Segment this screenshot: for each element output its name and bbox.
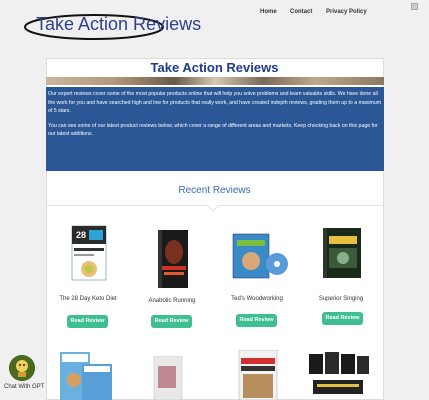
read-review-button[interactable]: Read Review bbox=[236, 314, 277, 327]
read-review-button[interactable]: Read Review bbox=[67, 315, 108, 328]
page-title: Take Action Reviews bbox=[150, 60, 279, 75]
site-header: Take Action Reviews Home Contact Privacy… bbox=[0, 0, 429, 48]
read-review-button[interactable]: Read Review bbox=[322, 312, 363, 325]
nav-contact[interactable]: Contact bbox=[290, 9, 312, 15]
anabolic-running-cover-image[interactable] bbox=[152, 230, 194, 288]
chat-avatar-icon[interactable] bbox=[9, 355, 35, 381]
intro-paragraph-1: Our expert reviews cover some of the mos… bbox=[48, 91, 382, 115]
product-bundle-cover-image[interactable] bbox=[303, 350, 371, 400]
brain-dog-cover-image[interactable] bbox=[60, 350, 112, 400]
intro-paragraph-2: You can see some of our latest product r… bbox=[48, 122, 378, 138]
nav-home[interactable]: Home bbox=[260, 9, 277, 15]
intro-box: Our expert reviews cover some of the mos… bbox=[46, 87, 384, 171]
product-name: Superior Singing bbox=[318, 296, 364, 302]
superior-singing-cover-image[interactable] bbox=[321, 224, 363, 282]
woodworking-cover-image[interactable] bbox=[229, 228, 289, 286]
recent-reviews-heading: Recent Reviews bbox=[178, 185, 251, 196]
product-name: Ted's Woodworking bbox=[231, 296, 283, 302]
child-book-cover-image[interactable] bbox=[152, 356, 184, 400]
keto-diet-cover-image[interactable]: 28 bbox=[68, 224, 110, 282]
user-icon[interactable] bbox=[411, 3, 418, 10]
product-name: Anabolic Running bbox=[148, 298, 196, 304]
chat-widget[interactable]: Chat With GPT bbox=[4, 355, 54, 400]
svg-text:28: 28 bbox=[76, 230, 86, 240]
chat-label: Chat With GPT bbox=[4, 384, 45, 390]
read-review-button[interactable]: Read Review bbox=[151, 315, 192, 328]
complete-shop-cover-image[interactable] bbox=[237, 350, 279, 400]
logo-text: Take Action Reviews bbox=[36, 14, 202, 34]
nav-privacy-policy[interactable]: Privacy Policy bbox=[326, 9, 367, 15]
hero-image bbox=[46, 77, 384, 85]
product-name: The 28 Day Keto Diet bbox=[59, 296, 117, 302]
site-logo[interactable]: Take Action Reviews bbox=[24, 8, 201, 42]
